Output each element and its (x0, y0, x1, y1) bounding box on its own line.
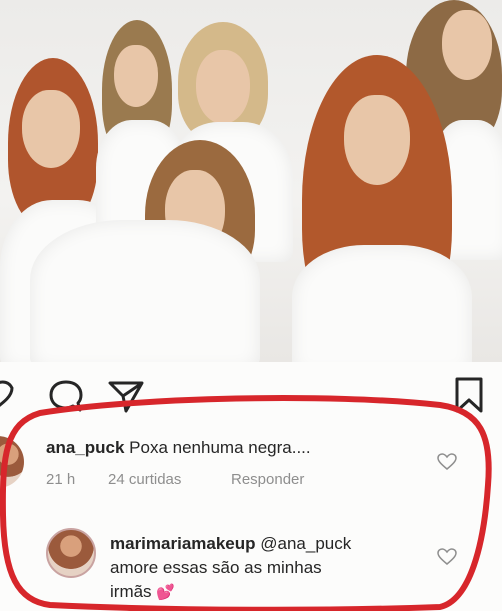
comment-time: 21 h (46, 471, 76, 488)
comment-text-line: irmãs 💕 (110, 582, 175, 602)
comment-icon[interactable] (47, 378, 85, 414)
comment-text: amore essas são as minhas (110, 558, 322, 577)
heart-emoji: 💕 (156, 584, 175, 601)
person-figure (30, 140, 270, 362)
comment-item: marimariamakeup @ana_puck amore essas sã… (0, 522, 502, 608)
post-action-bar (0, 370, 502, 414)
bookmark-icon[interactable] (454, 376, 484, 414)
comment-username[interactable]: ana_puck (46, 438, 124, 457)
comment-username[interactable]: marimariamakeup (110, 534, 256, 553)
post-image[interactable] (0, 0, 502, 362)
comment-item: ana_puck Poxa nenhuma negra.... 21 h 24 … (0, 430, 502, 510)
heart-icon[interactable] (437, 548, 457, 566)
avatar[interactable] (46, 528, 96, 578)
heart-icon[interactable] (437, 453, 457, 471)
person-figure (292, 55, 492, 362)
comment-mention[interactable]: @ana_puck (260, 534, 351, 553)
avatar[interactable] (0, 436, 24, 488)
like-icon[interactable] (0, 376, 26, 412)
share-icon[interactable] (106, 378, 146, 414)
comment-meta: 21 h 24 curtidas Responder (46, 471, 366, 491)
reply-button[interactable]: Responder (231, 471, 304, 488)
comment-text: Poxa nenhuma negra.... (129, 438, 311, 457)
comment-text-line: ana_puck Poxa nenhuma negra.... (46, 438, 311, 458)
comment-text-line: marimariamakeup @ana_puck (110, 534, 351, 554)
comment-text: irmãs (110, 582, 152, 601)
comment-likes[interactable]: 24 curtidas (108, 471, 181, 488)
